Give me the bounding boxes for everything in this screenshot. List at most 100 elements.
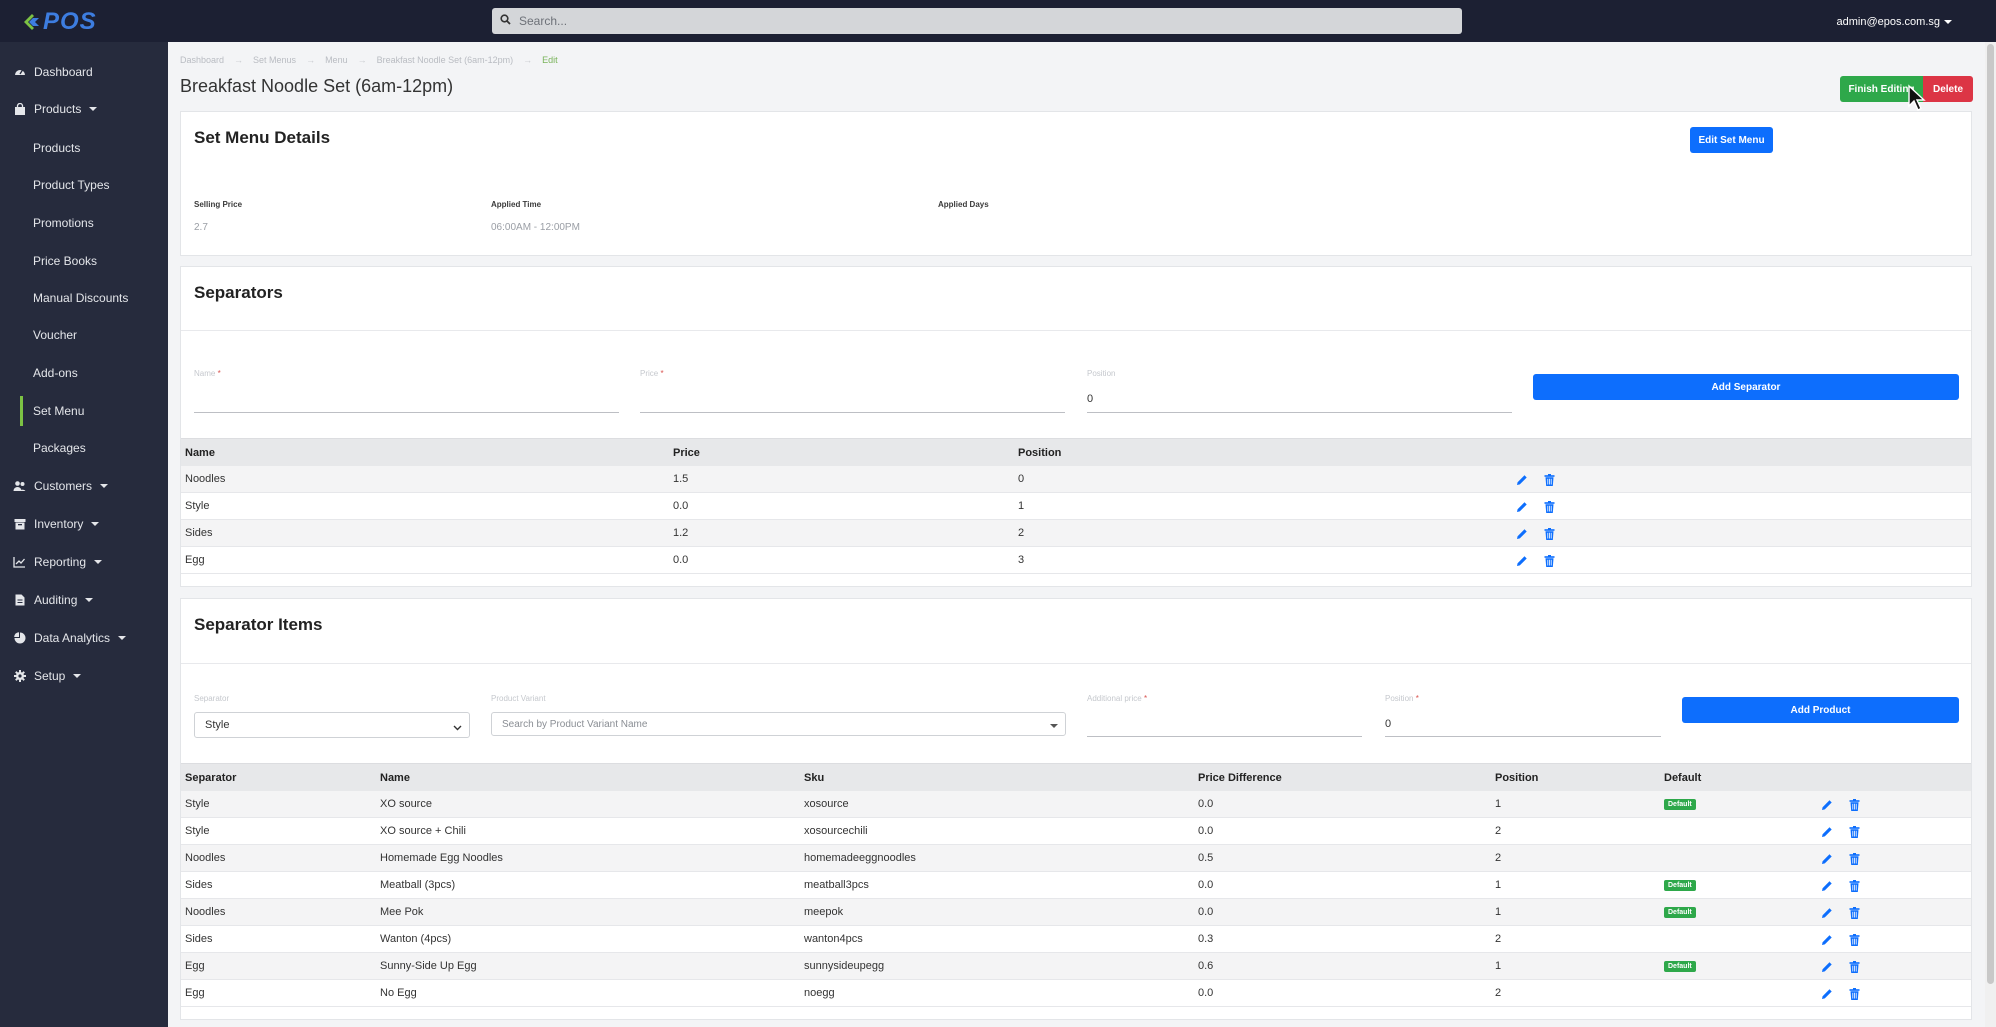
sidebar-item-manual-discounts[interactable]: Manual Discounts [0,283,168,313]
item-sku: xosource [804,798,849,810]
breadcrumb-separator: → [234,55,244,65]
item-separator: Style [185,798,210,810]
item-position-field[interactable] [1385,736,1661,737]
breadcrumb-current: Edit [542,55,558,65]
delete-trash-icon[interactable] [1848,853,1860,865]
delete-trash-icon[interactable] [1848,988,1860,1000]
user-menu[interactable]: admin@epos.com.sg [1836,16,1952,28]
breadcrumb-item[interactable]: Menu [325,55,348,65]
product-variant-select[interactable]: Search by Product Variant Name [491,712,1066,736]
users-icon [13,480,26,493]
edit-pencil-icon[interactable] [1516,474,1528,486]
edit-pencil-icon[interactable] [1821,799,1833,811]
sidebar-item-data-analytics[interactable]: Data Analytics [0,623,168,653]
column-header: Price Difference [1198,771,1282,784]
column-header: Separator [185,771,237,784]
item-position-field-value[interactable]: 0 [1385,718,1391,730]
table-row: Egg No Egg noegg 0.0 2 [181,980,1971,1007]
bag-icon [13,103,26,116]
edit-pencil-icon[interactable] [1821,826,1833,838]
position-field-value[interactable]: 0 [1087,393,1093,405]
delete-button[interactable]: Delete [1923,76,1973,102]
separator-price: 1.2 [673,527,689,539]
logo-mark-icon [20,11,42,33]
sidebar-item-label: Add-ons [33,366,78,380]
edit-pencil-icon[interactable] [1821,934,1833,946]
edit-pencil-icon[interactable] [1821,880,1833,892]
sidebar-item-add-ons[interactable]: Add-ons [0,358,168,388]
edit-pencil-icon[interactable] [1516,555,1528,567]
edit-pencil-icon[interactable] [1821,853,1833,865]
edit-pencil-icon[interactable] [1821,961,1833,973]
sidebar-item-label: Products [33,141,81,155]
delete-trash-icon[interactable] [1543,501,1555,513]
search-input[interactable] [519,14,1419,28]
sidebar-item-voucher[interactable]: Voucher [0,320,168,350]
edit-pencil-icon[interactable] [1821,907,1833,919]
breadcrumb-item[interactable]: Breakfast Noodle Set (6am-12pm) [377,55,514,65]
sidebar-item-label: Products [34,102,82,116]
table-row: Noodles Mee Pok meepok 0.0 1 Default [181,899,1971,926]
sidebar-item-dashboard[interactable]: Dashboard [0,57,168,87]
breadcrumb-separator: → [523,55,533,65]
delete-trash-icon[interactable] [1848,907,1860,919]
item-name: XO source [380,798,432,810]
delete-trash-icon[interactable] [1848,934,1860,946]
edit-pencil-icon[interactable] [1516,501,1528,513]
sidebar-item-packages[interactable]: Packages [0,433,168,463]
add-separator-button[interactable]: Add Separator [1533,374,1959,400]
edit-set-menu-button[interactable]: Edit Set Menu [1690,127,1773,153]
selling-price-value: 2.7 [194,222,208,233]
item-price-difference: 0.0 [1198,798,1214,810]
breadcrumb-item[interactable]: Set Menus [253,55,296,65]
separators-table-header: Name Price Position [181,438,1971,466]
add-product-button[interactable]: Add Product [1682,697,1959,723]
delete-trash-icon[interactable] [1848,961,1860,973]
sidebar-item-product-types[interactable]: Product Types [0,170,168,200]
item-separator: Style [185,825,210,837]
separator-price: 1.5 [673,473,689,485]
epos-logo[interactable]: POS [20,8,97,35]
edit-pencil-icon[interactable] [1821,988,1833,1000]
sidebar-item-customers[interactable]: Customers [0,471,168,501]
sidebar-item-products-list[interactable]: Products [0,133,168,163]
price-field-label: Price * [640,369,664,378]
sidebar-item-inventory[interactable]: Inventory [0,509,168,539]
selling-price-label: Selling Price [194,200,243,209]
sidebar-item-label: Set Menu [33,404,85,418]
sidebar-item-products[interactable]: Products [0,94,168,124]
separator-name: Egg [185,554,205,566]
sidebar-item-promotions[interactable]: Promotions [0,208,168,238]
sidebar-item-set-menu[interactable]: Set Menu [20,396,168,426]
separator-name: Sides [185,527,213,539]
edit-pencil-icon[interactable] [1516,528,1528,540]
sidebar-item-setup[interactable]: Setup [0,661,168,691]
delete-trash-icon[interactable] [1543,555,1555,567]
breadcrumb-item[interactable]: Dashboard [180,55,224,65]
sidebar-item-reporting[interactable]: Reporting [0,547,168,577]
item-price-difference: 0.0 [1198,825,1214,837]
delete-trash-icon[interactable] [1848,826,1860,838]
divider [181,330,1971,331]
price-field[interactable] [640,412,1065,413]
delete-trash-icon[interactable] [1848,880,1860,892]
position-field[interactable] [1087,412,1512,413]
scrollbar-thumb[interactable] [1987,44,1994,984]
delete-trash-icon[interactable] [1543,474,1555,486]
separator-name: Noodles [185,473,226,485]
delete-trash-icon[interactable] [1543,528,1555,540]
separator-select[interactable]: Style [194,712,470,738]
item-position: 2 [1495,933,1502,945]
delete-trash-icon[interactable] [1848,799,1860,811]
user-email: admin@epos.com.sg [1836,16,1941,28]
name-field[interactable] [194,412,619,413]
column-header: Sku [804,771,825,784]
item-position: 1 [1495,906,1502,918]
item-price-difference: 0.3 [1198,933,1214,945]
additional-price-field[interactable] [1087,736,1362,737]
card-title: Separator Items [194,615,323,634]
table-row: Noodles Homemade Egg Noodles homemadeegg… [181,845,1971,872]
sidebar-item-price-books[interactable]: Price Books [0,246,168,276]
sidebar-item-auditing[interactable]: Auditing [0,585,168,615]
search-bar[interactable] [492,8,1462,34]
